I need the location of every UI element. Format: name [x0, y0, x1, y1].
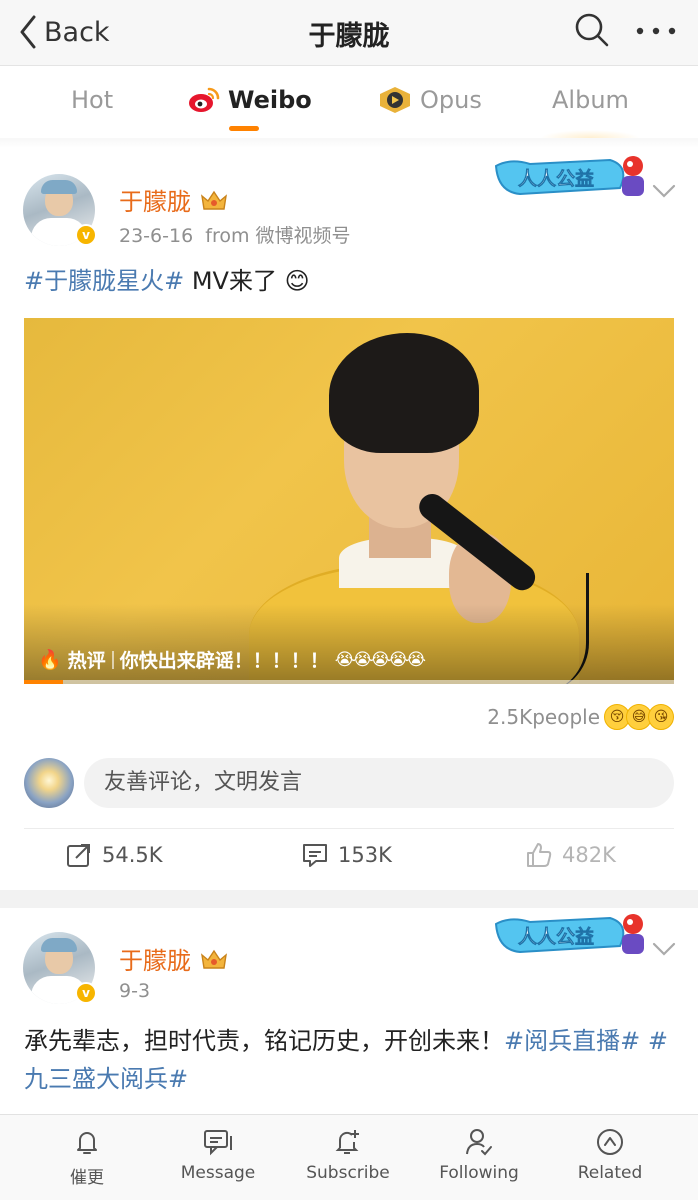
tab-weibo-label: Weibo [228, 86, 312, 114]
repost-icon [67, 844, 90, 867]
post-author[interactable]: 于朦胧 [119, 182, 229, 217]
charity-text: 人人公益 [518, 167, 594, 190]
user-check-icon [466, 1129, 492, 1156]
section-separator [0, 138, 698, 148]
tab-weibo[interactable]: Weibo [188, 86, 312, 114]
member-crown-icon [201, 949, 227, 969]
fire-icon: 🔥 [38, 649, 62, 671]
video-progress-bar[interactable] [24, 680, 674, 684]
reaction-emoji: 😘 [648, 704, 674, 730]
smile-emoji: 😊 [284, 267, 310, 295]
comment-button[interactable]: 153K [302, 842, 392, 868]
video-player[interactable]: 🔥 热评 你快出来辟谣！！！！！ 😭😭😭😭😭 [24, 318, 674, 684]
tab-hot-label: Hot [71, 86, 114, 114]
divider [24, 828, 674, 829]
tab-album[interactable]: Album [552, 86, 629, 114]
like-button[interactable]: 482K [526, 842, 616, 868]
chat-icon [204, 1130, 232, 1156]
bottom-action-bar: 催更 Message Subscribe Following Related [0, 1114, 698, 1200]
bottom-item-label: Following [439, 1163, 519, 1183]
charity-badge[interactable]: 人人公益 [490, 910, 648, 960]
bell-icon [77, 1132, 97, 1154]
tab-opus[interactable]: Opus [378, 86, 482, 114]
chevron-down-icon[interactable] [652, 184, 676, 198]
current-user-avatar [24, 758, 74, 808]
post-separator [0, 890, 698, 908]
search-icon[interactable] [574, 12, 610, 48]
post-text: #于朦胧星火# MV来了 😊 [24, 262, 310, 300]
more-options-icon[interactable] [636, 26, 676, 36]
tab-album-label: Album [552, 86, 629, 114]
reaction-summary[interactable]: 2.5Kpeople 😚 😅 😘 [487, 704, 674, 730]
post-author-name: 于朦胧 [119, 947, 191, 975]
bottom-item-label: 催更 [70, 1168, 104, 1188]
top-nav-bar: Back 于朦胧 [0, 0, 698, 66]
hot-comment-overlay[interactable]: 🔥 热评 你快出来辟谣！！！！！ 😭😭😭😭😭 [38, 646, 426, 673]
charity-badge[interactable]: 人人公益 [490, 152, 648, 202]
active-tab-indicator [229, 126, 259, 131]
comment-input[interactable]: 友善评论，文明发言 [84, 758, 674, 808]
post-body: 承先辈志，担时代责，铭记历史，开创未来！ [24, 1027, 504, 1055]
post-author-name: 于朦胧 [119, 188, 191, 216]
post-author[interactable]: 于朦胧 [119, 941, 229, 976]
post-source: from 微博视频号 [205, 225, 351, 247]
bottom-item-related[interactable]: Related [555, 1127, 665, 1183]
bottom-item-label: Related [577, 1163, 643, 1183]
hot-label: 热评 [67, 650, 106, 672]
comment-count: 153K [338, 843, 392, 867]
like-count: 482K [562, 843, 616, 867]
post-date: 9-3 [119, 980, 151, 1002]
bottom-item-label: Subscribe [306, 1163, 390, 1183]
hot-comment-text: 你快出来辟谣！！！！！ [119, 650, 329, 672]
bottom-item-cuigeng[interactable]: 催更 [32, 1127, 142, 1188]
bottom-item-message[interactable]: Message [163, 1127, 273, 1183]
bell-plus-icon [335, 1130, 359, 1154]
member-crown-icon [201, 190, 227, 210]
post-meta: 23-6-16 from 微博视频号 [119, 221, 351, 248]
opus-play-icon [380, 87, 410, 113]
weibo-logo-icon [189, 87, 220, 112]
video-figure-hair [329, 333, 479, 453]
compass-icon [597, 1129, 623, 1155]
repost-count: 54.5K [102, 843, 163, 867]
verified-badge: v [75, 224, 97, 246]
reaction-emojis: 😚 😅 😘 [604, 704, 674, 730]
tab-hot[interactable]: Hot [71, 86, 113, 114]
tab-opus-label: Opus [420, 86, 482, 114]
topic-link[interactable]: #于朦胧星火# [24, 267, 184, 295]
post-text: 承先辈志，担时代责，铭记历史，开创未来！#阅兵直播# #九三盛大阅兵# [24, 1022, 674, 1098]
thumbs-up-icon [527, 843, 552, 867]
charity-text: 人人公益 [518, 925, 594, 948]
post-meta: 9-3 [119, 980, 150, 1002]
people-count: 2.5Kpeople [487, 705, 600, 729]
chevron-down-icon[interactable] [652, 942, 676, 956]
bottom-item-subscribe[interactable]: Subscribe [293, 1127, 403, 1183]
post-date: 23-6-16 [119, 225, 194, 247]
hot-comment-emojis: 😭😭😭😭😭 [334, 649, 426, 670]
hot-divider [111, 650, 114, 669]
topic-link[interactable]: #阅兵直播# [504, 1027, 640, 1055]
comment-icon [303, 844, 327, 867]
bottom-item-following[interactable]: Following [424, 1127, 534, 1183]
verified-badge: v [75, 982, 97, 1004]
post-body: MV来了 [184, 267, 285, 295]
video-progress-fill [24, 680, 63, 684]
bottom-item-label: Message [180, 1163, 256, 1183]
repost-button[interactable]: 54.5K [66, 842, 163, 868]
profile-tabs: Hot Weibo Opus Album [0, 66, 698, 138]
